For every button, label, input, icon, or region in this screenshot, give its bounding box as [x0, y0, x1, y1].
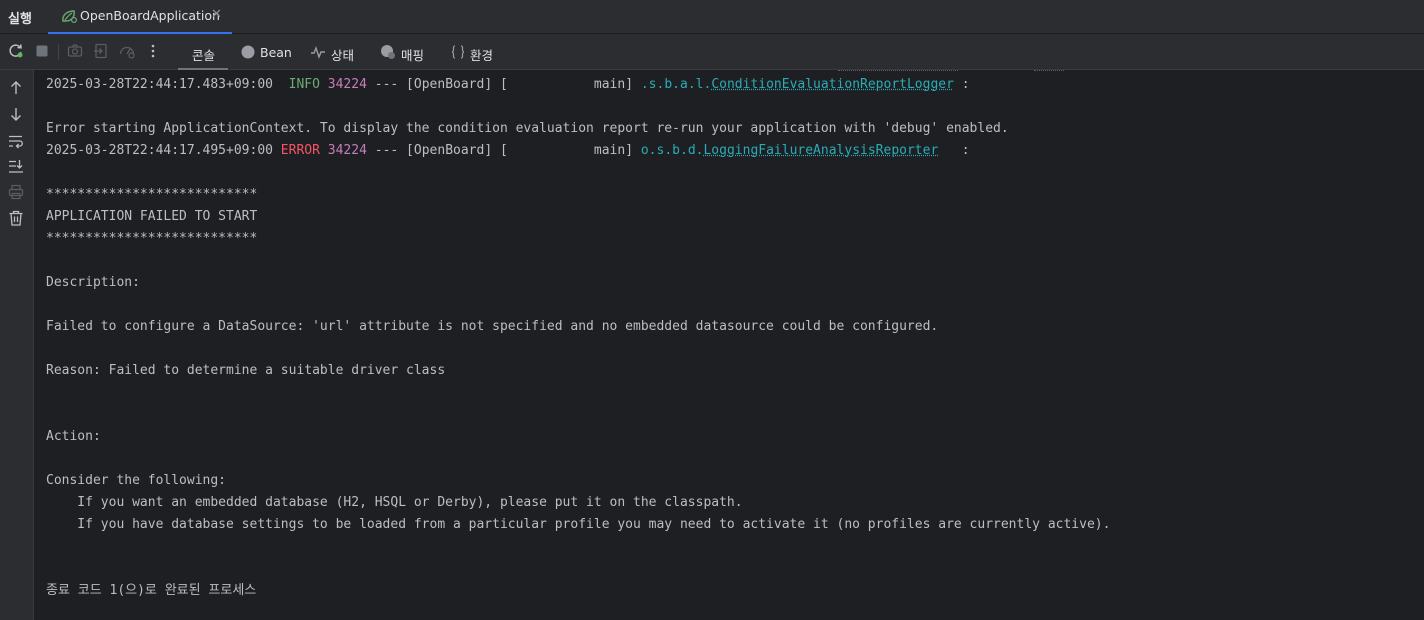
console-text-line	[46, 250, 1110, 272]
close-icon[interactable]: ✕	[211, 7, 222, 22]
console-text-line: Reason: Failed to determine a suitable d…	[46, 363, 446, 378]
console-text-line	[46, 404, 1110, 426]
console-text-line	[46, 448, 1110, 470]
tab-bean[interactable]: Bean	[240, 34, 296, 70]
run-tool-window-title: 실행	[8, 12, 32, 27]
run-tool-window-header: 실행 OpenBoardApplication ✕	[0, 0, 1424, 34]
tab-openboard-application[interactable]: OpenBoardApplication ✕	[48, 0, 232, 34]
log-logger-package: o.s.b.d.	[640, 143, 704, 158]
more-options-icon[interactable]	[144, 42, 162, 60]
console-text-line: If you have database settings to be load…	[46, 517, 1111, 532]
log-level: ERROR	[272, 143, 320, 158]
tab-label: OpenBoardApplication	[80, 8, 220, 23]
console-text-line: Error starting ApplicationContext. To di…	[46, 121, 1009, 136]
tab-console-label: 콘솔	[192, 48, 216, 63]
log-logger-class[interactable]: LoggingFailureAnalysisReporter	[703, 143, 938, 158]
log-timestamp: 2025-03-28T22:44:17.495+09:00	[46, 143, 273, 158]
trash-icon[interactable]	[7, 209, 25, 227]
rerun-icon[interactable]	[7, 42, 25, 60]
camera-icon[interactable]	[66, 42, 84, 60]
console-text-line	[46, 338, 1110, 360]
console-output[interactable]: 2025-03-28T22:44:17.483+09:00 INFO 34224…	[34, 70, 1424, 620]
console-text-line: If you want an embedded database (H2, HS…	[46, 495, 743, 510]
console-text-line: 종료 코드 1(으)로 완료된 프로세스	[46, 583, 257, 598]
log-pid: 34224	[327, 77, 367, 92]
soft-wrap-icon[interactable]	[7, 132, 25, 150]
log-level: INFO	[272, 77, 320, 92]
run-toolbar: 콘솔 Bean 상태 매핑 환경	[0, 34, 1424, 70]
console-text-line: ***************************	[46, 231, 258, 246]
console-text-line: Description:	[46, 275, 140, 290]
console-text-line	[46, 558, 1110, 580]
log-line: 2025-03-28T22:44:17.495+09:00 ERROR 3422…	[46, 140, 1110, 162]
console-text-line	[46, 96, 1110, 118]
console-text-line: ***************************	[46, 187, 258, 202]
log-separator: :	[953, 77, 970, 92]
log-logger-class[interactable]: ConditionEvaluationReportLogger	[711, 77, 954, 92]
profiler-icon[interactable]	[118, 42, 136, 60]
console-text-line	[46, 162, 1110, 184]
tab-console[interactable]: 콘솔	[178, 34, 228, 70]
environment-icon	[451, 45, 465, 59]
log-thread: --- [OpenBoard] [ main]	[366, 143, 641, 158]
log-pid: 34224	[327, 143, 367, 158]
console-text-line	[46, 294, 1110, 316]
arrow-up-icon[interactable]	[7, 79, 25, 97]
tab-environment[interactable]: 환경	[450, 34, 506, 70]
stop-icon[interactable]	[33, 42, 51, 60]
console-text-line	[46, 536, 1110, 558]
toolbar-divider	[58, 44, 59, 60]
log-timestamp: 2025-03-28T22:44:17.483+09:00	[46, 77, 273, 92]
arrow-down-icon[interactable]	[7, 105, 25, 123]
scroll-to-end-icon[interactable]	[7, 157, 25, 175]
log-line: 2025-03-28T22:44:17.483+09:00 INFO 34224…	[46, 74, 1110, 96]
console-text-line	[46, 382, 1110, 404]
tab-bean-label: Bean	[260, 45, 292, 60]
export-icon[interactable]	[92, 42, 110, 60]
tab-health[interactable]: 상태	[310, 34, 366, 70]
tab-mappings-label: 매핑	[401, 48, 425, 63]
health-icon	[311, 45, 325, 60]
tab-mappings[interactable]: 매핑	[380, 34, 436, 70]
console-lines: 2025-03-28T22:44:17.483+09:00 INFO 34224…	[46, 74, 1110, 602]
log-logger-package: .s.b.a.l.	[640, 77, 712, 92]
log-thread: --- [OpenBoard] [ main]	[366, 77, 641, 92]
bean-icon	[241, 45, 255, 59]
print-icon[interactable]	[7, 183, 25, 201]
console-text-line: Action:	[46, 429, 101, 444]
console-text-line: Consider the following:	[46, 473, 227, 488]
console-side-toolbar	[0, 70, 34, 620]
spring-boot-icon	[62, 10, 77, 23]
tab-health-label: 상태	[331, 48, 355, 63]
console-text-line: Failed to configure a DataSource: 'url' …	[46, 319, 939, 334]
log-separator: :	[938, 143, 970, 158]
console-text-line: APPLICATION FAILED TO START	[46, 209, 258, 224]
tab-environment-label: 환경	[470, 48, 494, 63]
mappings-icon	[381, 45, 395, 59]
